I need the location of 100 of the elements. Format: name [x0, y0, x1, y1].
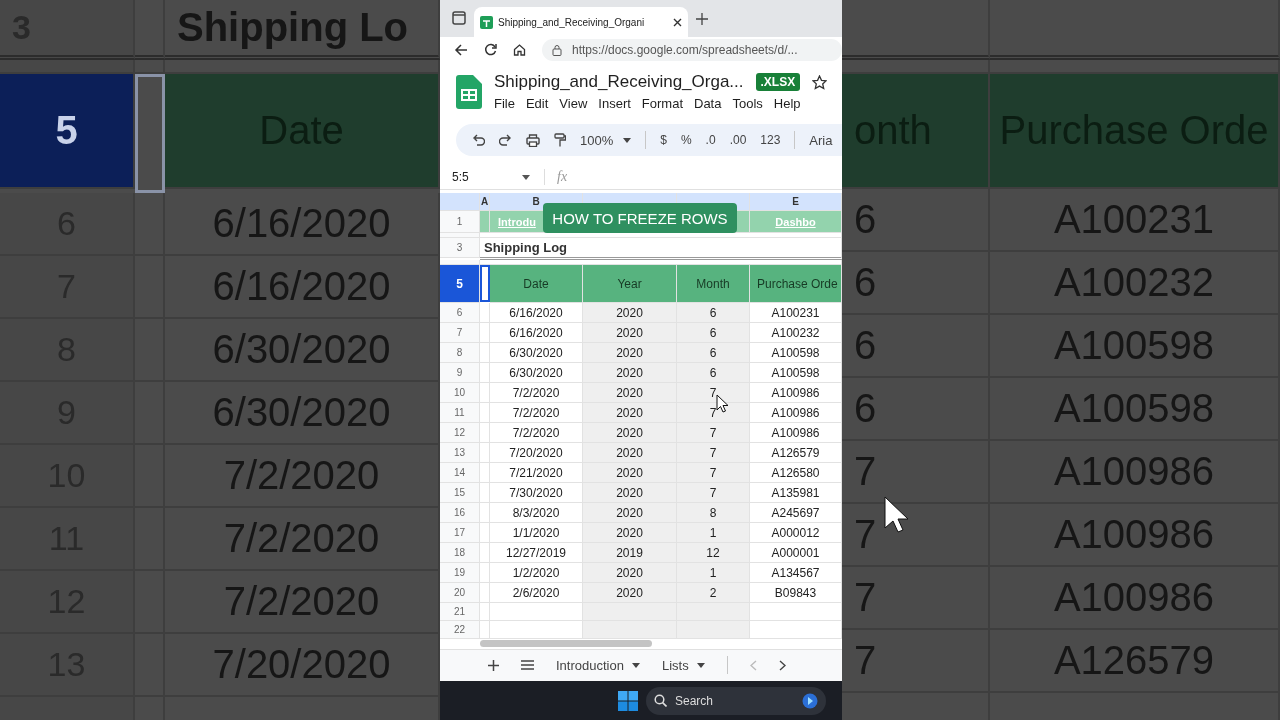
format-button[interactable]: $ — [660, 133, 667, 148]
menu-item[interactable]: View — [559, 96, 588, 112]
caret-icon[interactable] — [631, 662, 640, 668]
empty-cell — [480, 583, 490, 604]
format-button[interactable]: .0 — [705, 133, 716, 148]
table-cell: 2020 — [583, 523, 677, 544]
row-number[interactable]: 16 — [440, 503, 480, 524]
file-type-badge: .XLSX — [755, 73, 801, 92]
empty-cell — [480, 603, 490, 622]
browser-tab[interactable]: Shipping_and_Receiving_Organi — [474, 7, 688, 37]
empty-cell — [480, 403, 490, 424]
table-cell: 6 — [677, 343, 750, 364]
document-title[interactable]: Shipping_and_Receiving_Orga... — [494, 72, 744, 93]
table-cell: 7 — [677, 423, 750, 444]
format-button[interactable]: 123 — [760, 133, 781, 148]
table-cell: 2020 — [583, 583, 677, 604]
tab-panel-icon[interactable] — [452, 11, 466, 25]
table-cell: 2020 — [583, 363, 677, 384]
scrollbar-thumb[interactable] — [480, 640, 652, 648]
chevron-right-icon[interactable] — [778, 659, 786, 671]
row-number[interactable]: 15 — [440, 483, 480, 504]
menu-icon[interactable] — [521, 660, 534, 671]
empty-cell — [480, 543, 490, 564]
video-caption: HOW TO FREEZE ROWS — [543, 203, 737, 234]
empty-cell — [480, 483, 490, 504]
row-number[interactable]: 1 — [440, 211, 480, 234]
table-cell: 7 — [677, 403, 750, 424]
table-cell: 2019 — [583, 543, 677, 564]
address-bar[interactable]: https://docs.google.com/spreadsheets/d/... — [542, 38, 842, 61]
sheet-tab[interactable]: Lists — [661, 657, 705, 673]
row-number[interactable]: 8 — [440, 343, 480, 364]
empty-cell — [480, 621, 490, 640]
menu-item[interactable]: Help — [773, 96, 801, 112]
caret-icon[interactable] — [623, 137, 632, 143]
name-box[interactable]: 5:5 — [440, 170, 522, 185]
home-icon[interactable] — [513, 43, 526, 57]
search-icon — [654, 694, 667, 707]
plus-icon[interactable] — [696, 13, 708, 25]
caret-icon[interactable] — [522, 174, 530, 180]
zoom-dropdown[interactable]: 100% — [580, 132, 632, 148]
undo-icon[interactable] — [472, 134, 485, 147]
table-cell: 1 — [677, 563, 750, 584]
row-number[interactable]: 21 — [440, 603, 480, 622]
menu-item[interactable]: Data — [694, 96, 722, 112]
row-number[interactable]: 5 — [440, 265, 480, 304]
sheets-logo-icon[interactable] — [456, 74, 482, 109]
row-number[interactable]: 7 — [440, 323, 480, 344]
column-header[interactable]: B — [532, 196, 540, 208]
redo-icon[interactable] — [499, 134, 512, 147]
font-dropdown[interactable]: Aria — [809, 132, 833, 148]
row-number[interactable]: 10 — [440, 383, 480, 404]
empty-cell — [480, 563, 490, 584]
star-icon[interactable] — [812, 74, 828, 90]
format-button[interactable]: % — [680, 133, 692, 148]
row-number[interactable]: 13 — [440, 443, 480, 464]
row-number[interactable]: 6 — [440, 303, 480, 324]
back-icon[interactable] — [454, 43, 468, 56]
header-cell: Purchase Orde — [750, 265, 842, 304]
windows-logo-icon[interactable] — [618, 690, 638, 711]
table-cell: 2020 — [583, 503, 677, 524]
table-cell: 7 — [677, 443, 750, 464]
table-cell: 6 — [677, 303, 750, 324]
lock-icon — [552, 43, 562, 56]
row-number[interactable]: 14 — [440, 463, 480, 484]
row-number[interactable]: 3 — [440, 238, 480, 259]
empty-cell — [480, 503, 490, 524]
table-cell: 2020 — [583, 563, 677, 584]
format-button[interactable]: .00 — [729, 133, 747, 148]
row-number[interactable]: 12 — [440, 423, 480, 444]
plus-icon[interactable] — [488, 659, 499, 671]
print-icon[interactable] — [526, 133, 540, 147]
menu-item[interactable]: Format — [641, 96, 683, 112]
copilot-icon[interactable] — [802, 692, 818, 709]
table-cell: 1 — [677, 523, 750, 544]
empty-cell — [480, 363, 490, 384]
sheet-tab[interactable]: Introduction — [556, 657, 640, 673]
pointer-icon — [884, 496, 910, 534]
row-number[interactable]: 9 — [440, 363, 480, 384]
close-icon[interactable] — [673, 17, 682, 27]
table-cell: 2020 — [583, 403, 677, 424]
menu-item[interactable]: File — [494, 96, 515, 112]
row-number[interactable]: 5 — [0, 74, 135, 189]
menu-item[interactable]: Edit — [525, 96, 549, 112]
taskbar-search[interactable]: Search — [646, 686, 826, 715]
pointer-icon — [716, 394, 729, 414]
header-cell: Month — [677, 265, 750, 304]
column-header[interactable]: E — [792, 196, 799, 208]
row-number[interactable]: 18 — [440, 543, 480, 564]
row-number[interactable]: 17 — [440, 523, 480, 544]
row-number[interactable]: 19 — [440, 563, 480, 584]
row-number[interactable]: 22 — [440, 621, 480, 640]
menu-item[interactable]: Tools — [732, 96, 763, 112]
row-number[interactable]: 11 — [440, 403, 480, 424]
paint-roller-icon[interactable] — [554, 133, 566, 148]
reload-icon[interactable] — [484, 43, 497, 57]
table-cell: 2020 — [583, 383, 677, 404]
table-cell: 12 — [677, 543, 750, 564]
row-number[interactable]: 20 — [440, 583, 480, 604]
caret-icon[interactable] — [696, 662, 705, 668]
menu-item[interactable]: Insert — [598, 96, 631, 112]
